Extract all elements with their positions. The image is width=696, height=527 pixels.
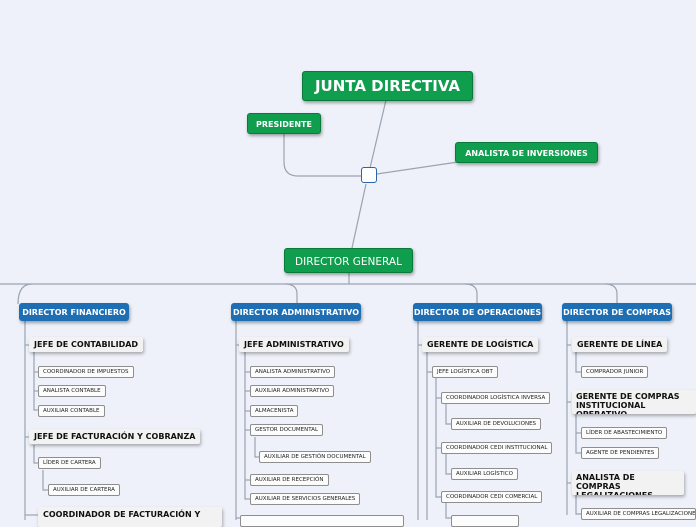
auxiliar-devoluciones[interactable]: AUXILIAR DE DEVOLUCIONES (451, 418, 542, 431)
coordinador-facturacion[interactable]: COORDINADOR DE FACTURACIÓN Y (38, 507, 222, 527)
board-node[interactable]: JUNTA DIRECTIVA (302, 71, 473, 101)
investment-analyst-node[interactable]: ANALISTA DE INVERSIONES (455, 142, 598, 163)
agente-pendientes[interactable]: AGENTE DE PENDIENTES (581, 447, 660, 460)
auxiliar-servicios-generales[interactable]: AUXILIAR DE SERVICIOS GENERALES (250, 493, 361, 506)
president-node[interactable]: PRESIDENTE (247, 113, 321, 134)
jefe-logistica-obt[interactable]: JEFE LOGÍSTICA OBT (432, 366, 498, 379)
gestor-documental[interactable]: GESTOR DOCUMENTAL (250, 424, 324, 437)
gerente-logistica[interactable]: GERENTE DE LOGÍSTICA (422, 337, 539, 353)
jefe-facturacion-cobranza[interactable]: JEFE DE FACTURACIÓN Y COBRANZA (29, 429, 201, 445)
partial-node[interactable] (240, 515, 404, 527)
connector-hub[interactable] (361, 167, 377, 183)
lider-abastecimiento[interactable]: LÍDER DE ABASTECIMIENTO (581, 427, 668, 440)
director-financiero[interactable]: DIRECTOR FINANCIERO (19, 303, 129, 321)
auxiliar-administrativo[interactable]: AUXILIAR ADMINISTRATIVO (250, 385, 335, 398)
partial-node[interactable] (451, 515, 519, 527)
auxiliar-gestion-documental[interactable]: AUXILIAR DE GESTIÓN DOCUMENTAL (259, 451, 371, 464)
auxiliar-contable[interactable]: AUXILIAR CONTABLE (38, 405, 105, 418)
coordinador-cedi-comercial[interactable]: COORDINADOR CEDI COMERCIAL (441, 491, 543, 504)
analista-compras-legalizaciones[interactable]: ANALISTA DE COMPRAS LEGALIZACIONES (572, 471, 684, 495)
comprador-junior[interactable]: COMPRADOR JUNIOR (581, 366, 649, 379)
analista-contable[interactable]: ANALISTA CONTABLE (38, 385, 106, 398)
coordinador-cedi-institucional[interactable]: COORDINADOR CEDI INSTITUCIONAL (441, 442, 553, 455)
auxiliar-compras-legalizaciones[interactable]: AUXILIAR DE COMPRAS LEGALIZACIONES (581, 508, 696, 521)
gerente-linea[interactable]: GERENTE DE LÍNEA (572, 337, 668, 353)
almacenista[interactable]: ALMACENISTA (250, 405, 299, 418)
general-director-node[interactable]: DIRECTOR GENERAL (284, 248, 413, 273)
auxiliar-logistico[interactable]: AUXILIAR LOGÍSTICO (451, 468, 518, 481)
director-administrativo[interactable]: DIRECTOR ADMINISTRATIVO (231, 303, 361, 321)
analista-administrativo[interactable]: ANALISTA ADMINISTRATIVO (250, 366, 336, 379)
jefe-contabilidad[interactable]: JEFE DE CONTABILIDAD (29, 337, 144, 353)
lider-cartera[interactable]: LÍDER DE CARTERA (38, 457, 101, 470)
coordinador-logistica-inversa[interactable]: COORDINADOR LOGÍSTICA INVERSA (441, 392, 551, 405)
coordinador-impuestos[interactable]: COORDINADOR DE IMPUESTOS (38, 366, 134, 379)
gerente-compras-institucional[interactable]: GERENTE DE COMPRAS INSTITUCIONAL OPERATI… (572, 390, 696, 414)
jefe-administrativo[interactable]: JEFE ADMINISTRATIVO (239, 337, 349, 353)
auxiliar-cartera[interactable]: AUXILIAR DE CARTERA (48, 484, 120, 497)
director-compras[interactable]: DIRECTOR DE COMPRAS (562, 303, 672, 321)
auxiliar-recepcion[interactable]: AUXILIAR DE RECEPCIÓN (250, 474, 329, 487)
director-operaciones[interactable]: DIRECTOR DE OPERACIONES (413, 303, 542, 321)
